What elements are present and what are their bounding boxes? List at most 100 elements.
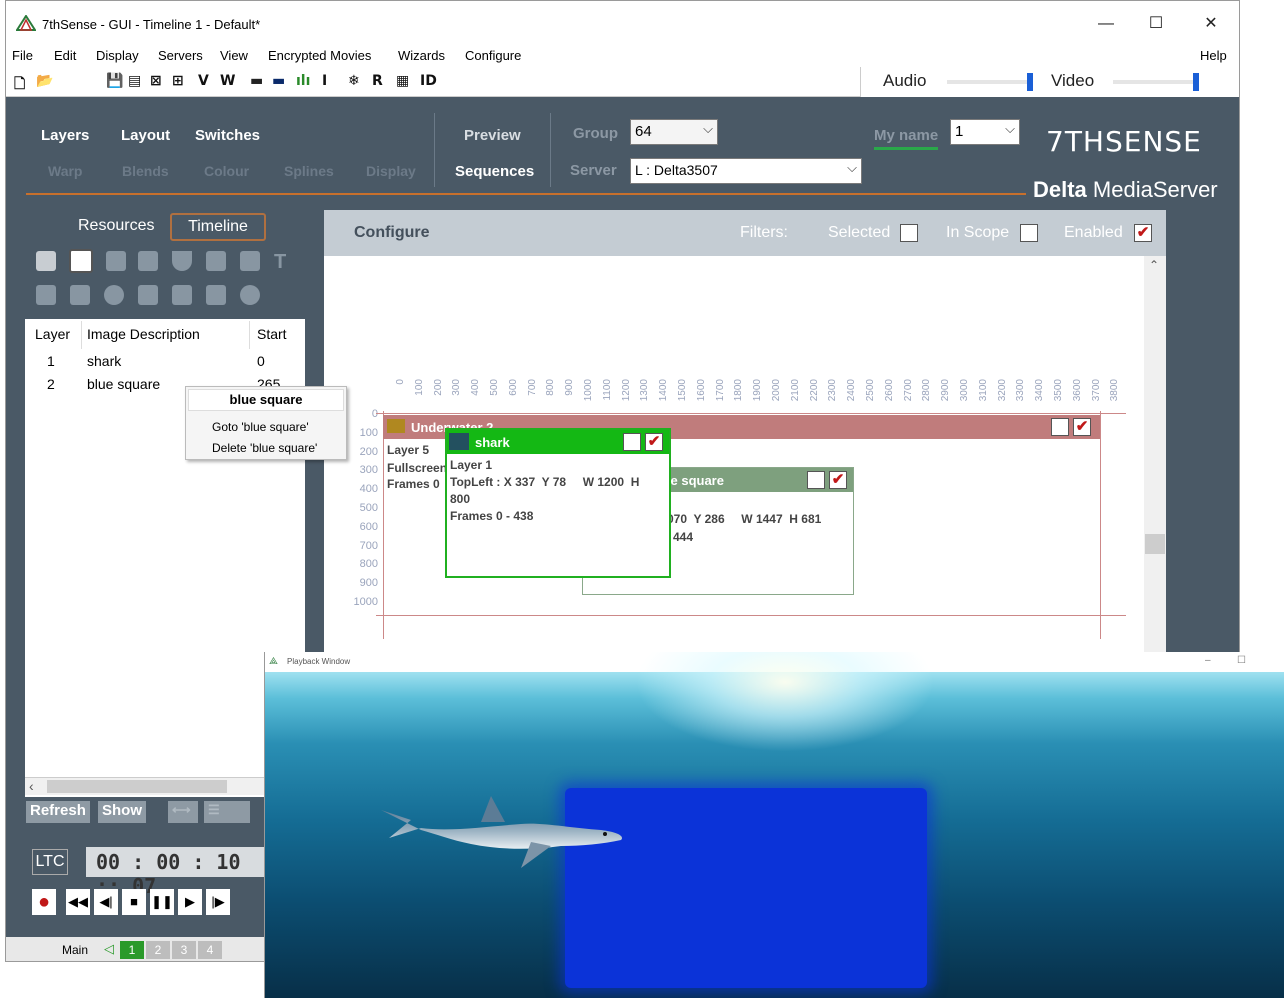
scroll-thumb[interactable] <box>47 780 227 793</box>
show-button[interactable]: Show <box>98 801 146 823</box>
contrast-icon[interactable] <box>104 285 124 305</box>
square-icon[interactable] <box>70 285 90 305</box>
toolbar-id[interactable]: ID <box>420 73 437 89</box>
server-select[interactable]: L : Delta3507 ⌵ <box>630 158 862 184</box>
toolbar-w[interactable]: W <box>220 73 235 89</box>
enabled-checkbox[interactable]: ✔ <box>829 471 847 489</box>
properties-icon[interactable]: ▤ <box>128 73 141 89</box>
tab-timeline[interactable]: Timeline <box>170 213 266 241</box>
video-slider-thumb[interactable] <box>1193 73 1199 91</box>
visible-checkbox[interactable] <box>1051 418 1069 436</box>
nav-display[interactable]: Display <box>366 163 416 179</box>
tab-resources[interactable]: Resources <box>78 217 154 235</box>
page-tab[interactable]: 2 <box>146 941 170 959</box>
nav-colour[interactable]: Colour <box>204 163 249 179</box>
spline-icon[interactable] <box>240 251 260 271</box>
context-menu-delete[interactable]: Delete 'blue square' <box>212 441 317 455</box>
page-left-icon[interactable]: ◁ <box>104 941 114 957</box>
eyedropper-icon[interactable] <box>36 285 56 305</box>
refresh-button[interactable]: Refresh <box>26 801 90 823</box>
zoom-grid-icon[interactable]: ⊞ <box>172 73 184 89</box>
fit-width-icon[interactable]: ⟷ <box>168 801 198 823</box>
enabled-checkbox[interactable]: ✔ <box>1073 418 1091 436</box>
rewind-icon[interactable]: ◀◀ <box>66 889 90 915</box>
menu-file[interactable]: File <box>12 48 33 63</box>
page-tab[interactable]: 4 <box>198 941 222 959</box>
record-icon[interactable]: ● <box>32 889 56 915</box>
menu-help[interactable]: Help <box>1200 48 1227 63</box>
vertical-scrollbar[interactable]: ⌃ <box>1144 256 1166 656</box>
layer-box-shark[interactable]: shark ✔ Layer 1 TopLeft : X 337 Y 78 W 1… <box>445 428 671 578</box>
window-icon[interactable] <box>206 251 226 271</box>
row-start[interactable]: 0 <box>257 353 265 369</box>
nav-layers[interactable]: Layers <box>41 127 89 144</box>
enabled-checkbox[interactable]: ✔ <box>645 433 663 451</box>
text-icon[interactable]: T <box>274 251 294 273</box>
nav-splines[interactable]: Splines <box>284 163 334 179</box>
toolbar-v[interactable]: V <box>198 73 209 89</box>
in-scope-checkbox[interactable] <box>1020 224 1038 242</box>
row-layer[interactable]: 2 <box>47 376 55 392</box>
maximize-button[interactable]: ☐ <box>1237 655 1246 666</box>
column-header-layer[interactable]: Layer <box>35 326 70 342</box>
row-layer[interactable]: 1 <box>47 353 55 369</box>
nav-warp[interactable]: Warp <box>48 163 82 179</box>
menu-encrypted-movies[interactable]: Encrypted Movies <box>268 48 371 63</box>
film-icon[interactable] <box>36 251 56 271</box>
close-button[interactable]: ✕ <box>1191 11 1231 37</box>
row-description[interactable]: shark <box>87 353 121 369</box>
gradient-icon[interactable] <box>138 251 158 271</box>
minimize-button[interactable]: – <box>1205 655 1211 666</box>
context-menu-goto[interactable]: Goto 'blue square' <box>212 420 309 434</box>
pause-icon[interactable]: ❚❚ <box>150 889 174 915</box>
list-icon[interactable] <box>206 285 226 305</box>
menu-servers[interactable]: Servers <box>158 48 203 63</box>
minimize-button[interactable]: — <box>1086 11 1126 37</box>
mask-icon[interactable] <box>172 251 192 271</box>
lines-icon[interactable]: ☰ <box>204 801 250 823</box>
audio-slider-track[interactable] <box>947 80 1027 84</box>
zoom-fit-icon[interactable]: ⊠ <box>150 73 162 89</box>
ltc-button[interactable]: LTC <box>32 849 68 875</box>
stop-icon[interactable]: ■ <box>122 889 146 915</box>
nav-sequences[interactable]: Sequences <box>455 163 534 180</box>
circle-icon[interactable] <box>240 285 260 305</box>
camera-icon[interactable] <box>69 249 93 273</box>
menu-view[interactable]: View <box>220 48 248 63</box>
column-header-start[interactable]: Start <box>257 326 287 342</box>
nav-blends[interactable]: Blends <box>122 163 169 179</box>
step-forward-icon[interactable]: |▶ <box>206 889 230 915</box>
maximize-button[interactable]: ☐ <box>1136 11 1176 37</box>
toolbar-r[interactable]: R <box>372 73 383 89</box>
save-icon[interactable]: 💾 <box>106 73 123 89</box>
speaker-icon[interactable] <box>106 251 126 271</box>
menu-wizards[interactable]: Wizards <box>398 48 445 63</box>
myname-select[interactable]: 1 ⌵ <box>950 119 1020 145</box>
scroll-thumb[interactable] <box>1145 534 1165 554</box>
audio-slider-thumb[interactable] <box>1027 73 1033 91</box>
toolbar-i[interactable]: I <box>322 73 327 89</box>
selected-checkbox[interactable] <box>900 224 918 242</box>
page-tab[interactable]: 3 <box>172 941 196 959</box>
monitor-icon[interactable]: ▬ <box>250 73 263 89</box>
step-back-icon[interactable]: ◀| <box>94 889 118 915</box>
row-description[interactable]: blue square <box>87 376 160 392</box>
snowflake-icon[interactable]: ❄ <box>348 73 360 89</box>
scroll-up-icon[interactable]: ⌃ <box>1149 258 1159 272</box>
table-icon[interactable]: ▦ <box>396 73 409 89</box>
new-file-icon[interactable]: 🗋 <box>14 73 25 97</box>
video-slider-track[interactable] <box>1113 80 1193 84</box>
nav-preview[interactable]: Preview <box>464 127 521 144</box>
menu-display[interactable]: Display <box>96 48 139 63</box>
open-folder-icon[interactable]: 📂 <box>36 73 53 89</box>
group-select[interactable]: 64 ⌵ <box>630 119 718 145</box>
visible-checkbox[interactable] <box>807 471 825 489</box>
levels-icon[interactable]: ılı <box>296 73 310 89</box>
page-tab[interactable]: 1 <box>120 941 144 959</box>
enabled-checkbox[interactable]: ✔ <box>1134 224 1152 242</box>
play-icon[interactable]: ▶ <box>178 889 202 915</box>
visible-checkbox[interactable] <box>623 433 641 451</box>
menu-configure[interactable]: Configure <box>465 48 521 63</box>
layers-icon[interactable]: ▬ <box>272 73 285 89</box>
nav-switches[interactable]: Switches <box>195 127 260 144</box>
